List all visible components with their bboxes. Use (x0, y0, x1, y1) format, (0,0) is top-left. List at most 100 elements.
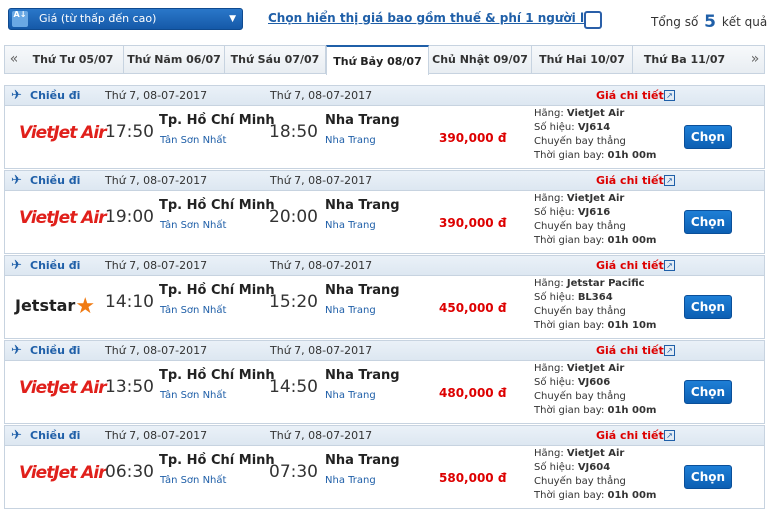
tab-date[interactable]: Thứ Sáu 07/07 (225, 46, 326, 73)
flight-duration: 01h 00m (607, 235, 657, 246)
include-tax-link[interactable]: Chọn hiển thị giá bao gồm thuế & phí 1 n… (268, 11, 601, 25)
flight-code: VJ614 (577, 122, 611, 133)
external-link-icon[interactable]: ↗ (664, 345, 675, 356)
tab-date[interactable]: Chủ Nhật 09/07 (429, 46, 532, 73)
duration-info: Thời gian bay: 01h 00m (534, 489, 656, 503)
airline-name: VietJet Air (566, 108, 625, 119)
vietjet-logo: VietJet Air (19, 123, 107, 143)
direction-label: Chiều đi (30, 344, 81, 357)
departure-date: Thứ 7, 08-07-2017 (105, 259, 208, 272)
arrival-date: Thứ 7, 08-07-2017 (270, 344, 373, 357)
price-detail-link[interactable]: Giá chi tiết (596, 86, 664, 105)
next-dates-button[interactable]: » (746, 46, 764, 73)
chevron-down-icon: ▼ (229, 14, 236, 24)
flight-row: ✈ Chiều đi Thứ 7, 08-07-2017 Thứ 7, 08-0… (4, 85, 765, 169)
departure-city: Tp. Hồ Chí Minh (159, 283, 275, 298)
results-toolbar: A↓ Giá (từ thấp đến cao) ▼ Chọn hiển thị… (0, 0, 769, 40)
duration-label: Thời gian bay: (534, 320, 605, 331)
result-count: 5 (704, 12, 716, 32)
airline-label: Hãng: (534, 363, 564, 374)
departure-time: 13:50 (105, 377, 154, 397)
choose-flight-button[interactable]: Chọn (684, 125, 732, 149)
airline-info: Hãng: VietJet Air (534, 362, 624, 376)
result-total-prefix: Tổng số (651, 15, 699, 29)
arrival-date: Thứ 7, 08-07-2017 (270, 89, 373, 102)
price-detail-link[interactable]: Giá chi tiết (596, 256, 664, 275)
arrival-city: Nha Trang (325, 283, 400, 298)
arrival-date: Thứ 7, 08-07-2017 (270, 429, 373, 442)
result-total-suffix: kết quả (721, 15, 768, 29)
price-detail-link[interactable]: Giá chi tiết (596, 426, 664, 445)
flight-code-info: Số hiệu: BL364 (534, 291, 613, 305)
arrival-city: Nha Trang (325, 368, 400, 383)
flight-duration: 01h 00m (607, 405, 657, 416)
airline-name: VietJet Air (566, 193, 625, 204)
duration-label: Thời gian bay: (534, 150, 605, 161)
tab-date-active[interactable]: Thứ Bảy 08/07 (326, 45, 429, 75)
airplane-icon: ✈ (11, 258, 22, 273)
airline-label: Hãng: (534, 193, 564, 204)
departure-airport: Tân Sơn Nhất (160, 475, 227, 486)
arrival-airport: Nha Trang (325, 390, 376, 401)
flight-code-info: Số hiệu: VJ606 (534, 376, 610, 390)
tab-date[interactable]: Thứ Ba 11/07 (633, 46, 736, 73)
vietjet-logo: VietJet Air (19, 208, 107, 228)
tab-date[interactable]: Thứ Hai 10/07 (532, 46, 633, 73)
departure-time: 17:50 (105, 122, 154, 142)
duration-label: Thời gian bay: (534, 405, 605, 416)
flight-price: 390,000 đ (439, 216, 507, 230)
flight-type: Chuyến bay thẳng (534, 476, 626, 487)
price-detail-link[interactable]: Giá chi tiết (596, 341, 664, 360)
direction-label: Chiều đi (30, 89, 81, 102)
flight-code-label: Số hiệu: (534, 207, 575, 218)
arrival-city: Nha Trang (325, 113, 400, 128)
departure-date: Thứ 7, 08-07-2017 (105, 344, 208, 357)
departure-date: Thứ 7, 08-07-2017 (105, 174, 208, 187)
external-link-icon[interactable]: ↗ (664, 90, 675, 101)
sort-select[interactable]: A↓ Giá (từ thấp đến cao) ▼ (8, 8, 243, 30)
tab-date[interactable]: Thứ Năm 06/07 (124, 46, 225, 73)
choose-flight-button[interactable]: Chọn (684, 465, 732, 489)
departure-city: Tp. Hồ Chí Minh (159, 453, 275, 468)
airline-label: Hãng: (534, 278, 564, 289)
departure-date: Thứ 7, 08-07-2017 (105, 89, 208, 102)
airplane-icon: ✈ (11, 428, 22, 443)
choose-flight-button[interactable]: Chọn (684, 210, 732, 234)
flight-type: Chuyến bay thẳng (534, 221, 626, 232)
flight-price: 450,000 đ (439, 301, 507, 315)
vietjet-logo: VietJet Air (19, 378, 107, 398)
airline-label: Hãng: (534, 448, 564, 459)
arrival-date: Thứ 7, 08-07-2017 (270, 259, 373, 272)
choose-flight-button[interactable]: Chọn (684, 380, 732, 404)
choose-flight-button[interactable]: Chọn (684, 295, 732, 319)
include-tax-checkbox[interactable] (584, 11, 602, 29)
arrival-time: 20:00 (269, 207, 318, 227)
arrival-time: 15:20 (269, 292, 318, 312)
flight-row-header: ✈ Chiều đi Thứ 7, 08-07-2017 Thứ 7, 08-0… (5, 341, 764, 361)
sort-selected-value: Giá (từ thấp đến cao) (39, 12, 157, 25)
flight-code-label: Số hiệu: (534, 122, 575, 133)
arrival-time: 14:50 (269, 377, 318, 397)
flight-row-header: ✈ Chiều đi Thứ 7, 08-07-2017 Thứ 7, 08-0… (5, 86, 764, 106)
jetstar-logo: Jetstar★ (15, 292, 96, 319)
flight-duration: 01h 10m (607, 320, 657, 331)
external-link-icon[interactable]: ↗ (664, 430, 675, 441)
flight-price: 580,000 đ (439, 471, 507, 485)
flight-row-header: ✈ Chiều đi Thứ 7, 08-07-2017 Thứ 7, 08-0… (5, 171, 764, 191)
tab-date[interactable]: Thứ Tư 05/07 (23, 46, 124, 73)
flight-code-label: Số hiệu: (534, 292, 575, 303)
external-link-icon[interactable]: ↗ (664, 260, 675, 271)
arrival-time: 18:50 (269, 122, 318, 142)
flight-duration: 01h 00m (607, 150, 657, 161)
external-link-icon[interactable]: ↗ (664, 175, 675, 186)
departure-airport: Tân Sơn Nhất (160, 220, 227, 231)
star-icon: ★ (75, 294, 96, 319)
prev-dates-button[interactable]: « (5, 46, 23, 73)
price-detail-link[interactable]: Giá chi tiết (596, 171, 664, 190)
airplane-icon: ✈ (11, 88, 22, 103)
flight-price: 390,000 đ (439, 131, 507, 145)
flight-code-info: Số hiệu: VJ616 (534, 206, 610, 220)
departure-city: Tp. Hồ Chí Minh (159, 113, 275, 128)
departure-time: 06:30 (105, 462, 154, 482)
flight-price: 480,000 đ (439, 386, 507, 400)
